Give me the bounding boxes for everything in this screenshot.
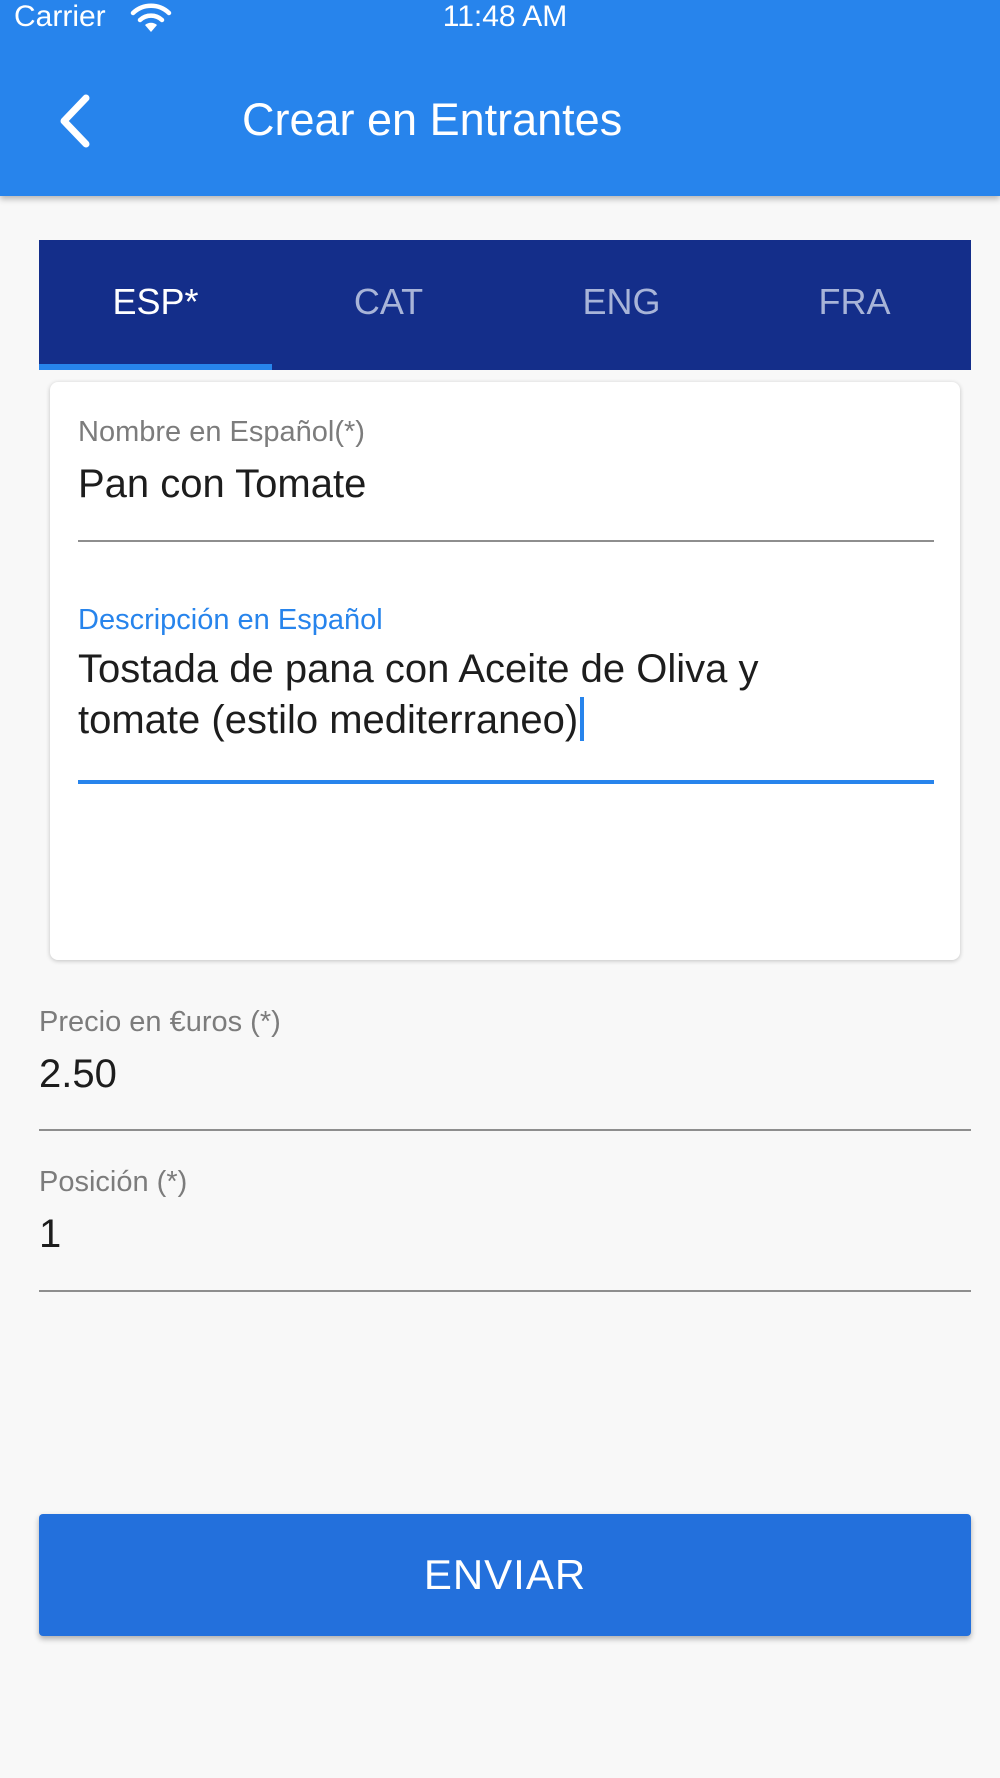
- tab-indicator: [39, 364, 272, 370]
- position-input[interactable]: [39, 1204, 959, 1264]
- price-underline: [39, 1129, 971, 1131]
- text-caret: [580, 697, 585, 741]
- tab-esp[interactable]: ESP*: [39, 240, 272, 370]
- tab-cat[interactable]: CAT: [272, 240, 505, 370]
- back-button[interactable]: [44, 86, 104, 156]
- price-input[interactable]: [39, 1044, 959, 1104]
- description-text: Tostada de pana con Aceite de Oliva y to…: [78, 647, 759, 742]
- tab-eng[interactable]: ENG: [505, 240, 738, 370]
- name-label: Nombre en Español(*): [78, 416, 365, 448]
- position-label: Posición (*): [39, 1166, 188, 1198]
- app-bar: Carrier 11:48 AM Crear en Entrantes: [0, 0, 1000, 196]
- submit-button[interactable]: ENVIAR: [39, 1514, 971, 1636]
- description-underline: [78, 780, 934, 784]
- tab-fra[interactable]: FRA: [738, 240, 971, 370]
- position-underline: [39, 1290, 971, 1292]
- name-input[interactable]: [78, 454, 928, 514]
- description-label: Descripción en Español: [78, 604, 383, 636]
- page-title: Crear en Entrantes: [242, 94, 623, 145]
- language-tabs: ESP* CAT ENG FRA: [39, 240, 971, 370]
- price-label: Precio en €uros (*): [39, 1006, 281, 1038]
- name-underline: [78, 540, 934, 542]
- status-time: 11:48 AM: [442, 0, 568, 33]
- translation-card: Nombre en Español(*) Descripción en Espa…: [50, 382, 960, 960]
- description-input[interactable]: Tostada de pana con Aceite de Oliva y to…: [78, 644, 938, 746]
- chevron-left-icon: [44, 86, 104, 156]
- status-bar: Carrier 11:48 AM: [0, 0, 1000, 38]
- screen: Carrier 11:48 AM Crear en Entrantes ESP*…: [0, 0, 1000, 1778]
